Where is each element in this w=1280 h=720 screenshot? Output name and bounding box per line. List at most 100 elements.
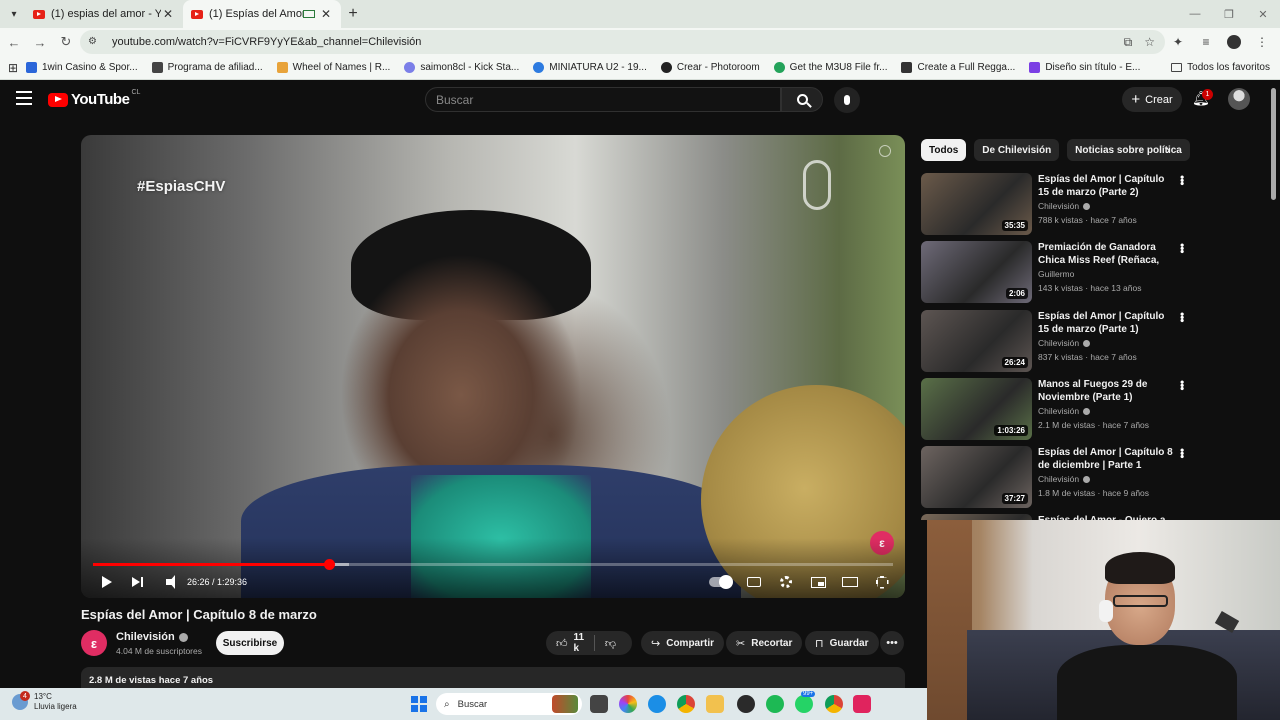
recommendation-item[interactable]: 26:24 Espías del Amor | Capítulo 15 de ma… bbox=[921, 310, 1266, 372]
search-input[interactable]: Buscar bbox=[425, 87, 781, 112]
recommendation-item[interactable]: 37:27 Espías del Amor | Capítulo 8 de dic… bbox=[921, 446, 1266, 508]
spotify-icon[interactable] bbox=[766, 695, 784, 713]
browser-tab-2[interactable]: (1) Espías del Amor | Capítulo 8 de marz… bbox=[183, 0, 341, 28]
address-bar[interactable]: ⚙ youtube.com/watch?v=FiCVRF9YyYE&ab_cha… bbox=[80, 30, 1165, 54]
progress-bar[interactable] bbox=[93, 559, 893, 570]
forward-icon[interactable]: → bbox=[28, 30, 52, 54]
hamburger-menu-icon[interactable] bbox=[16, 91, 32, 105]
clip-button[interactable]: ✂ Recortar bbox=[726, 631, 803, 655]
video-thumbnail[interactable]: 35:35 bbox=[921, 173, 1032, 235]
recommendation-item[interactable]: 2:06 Premiación de Ganadora Chica Miss Re… bbox=[921, 241, 1266, 303]
bookmark-item[interactable]: Create a Full Regga... bbox=[901, 62, 1015, 73]
all-bookmarks-folder[interactable]: Todos los favoritos bbox=[1171, 62, 1270, 73]
tab-search-chevron-icon[interactable]: ▾ bbox=[3, 3, 25, 25]
search-button[interactable] bbox=[781, 87, 823, 112]
install-app-icon[interactable]: ⧉ bbox=[1124, 35, 1133, 50]
save-button[interactable]: ⊓ Guardar bbox=[805, 631, 879, 655]
thumbs-up-icon[interactable]: 👍︎ bbox=[556, 637, 568, 650]
profile-avatar[interactable] bbox=[1227, 35, 1241, 49]
share-button[interactable]: ↪ Compartir bbox=[641, 631, 725, 655]
video-thumbnail[interactable]: 1:03:26 bbox=[921, 378, 1032, 440]
settings-button[interactable] bbox=[775, 572, 797, 592]
recommendation-title[interactable]: Espías del Amor | Capítulo 15 de marzo (… bbox=[1038, 173, 1178, 199]
recommendation-channel[interactable]: Chilevisión bbox=[1038, 201, 1091, 211]
video-thumbnail[interactable]: 37:27 bbox=[921, 446, 1032, 508]
bookmark-item[interactable]: Get the M3U8 File fr... bbox=[773, 62, 887, 73]
new-tab-button[interactable]: + bbox=[341, 5, 365, 23]
bookmark-item[interactable]: 1win Casino & Spor... bbox=[26, 62, 138, 73]
chrome-icon[interactable] bbox=[677, 695, 695, 713]
chips-next-arrow-icon[interactable]: › bbox=[1166, 143, 1170, 157]
chip-from-channel[interactable]: De Chilevisión bbox=[974, 139, 1060, 161]
bookmark-item[interactable]: Programa de afiliad... bbox=[151, 62, 263, 73]
mute-button[interactable] bbox=[159, 572, 179, 592]
recommendation-channel[interactable]: Guillermo bbox=[1038, 269, 1074, 279]
create-button[interactable]: + Crear bbox=[1122, 87, 1182, 112]
more-vertical-icon[interactable]: ••• bbox=[1175, 448, 1189, 458]
reload-icon[interactable]: ↻ bbox=[54, 30, 78, 54]
fullscreen-button[interactable] bbox=[871, 572, 893, 592]
like-count[interactable]: 11 k bbox=[574, 632, 585, 654]
back-icon[interactable]: ← bbox=[2, 30, 26, 54]
bookmark-item[interactable]: saimon8cl - Kick Sta... bbox=[404, 62, 519, 73]
more-vertical-icon[interactable]: ••• bbox=[1175, 243, 1189, 253]
tiktok-icon[interactable] bbox=[853, 695, 871, 713]
bookmark-item[interactable]: MINIATURA U2 - 19... bbox=[533, 62, 647, 73]
recommendation-title[interactable]: Premiación de Ganadora Chica Miss Reef (… bbox=[1038, 241, 1178, 268]
theater-mode-button[interactable] bbox=[839, 572, 861, 592]
bookmark-star-icon[interactable]: ☆ bbox=[1144, 35, 1155, 50]
bookmark-item[interactable]: Crear - Photoroom bbox=[660, 62, 760, 73]
video-thumbnail[interactable]: 2:06 bbox=[921, 241, 1032, 303]
more-actions-button[interactable]: ••• bbox=[880, 631, 904, 655]
windows-start-icon[interactable] bbox=[411, 696, 427, 712]
browser-tab-1[interactable]: (1) espias del amor - YouTube ✕ bbox=[25, 0, 183, 28]
channel-avatar[interactable]: ε bbox=[81, 630, 107, 656]
whatsapp-icon[interactable] bbox=[795, 695, 813, 713]
video-player[interactable]: #EspiasCHV ε 26:26 / 1:29:36 bbox=[81, 135, 905, 598]
extensions-icon[interactable]: ✦ bbox=[1166, 30, 1190, 54]
bookmark-item[interactable]: Diseño sin título - E... bbox=[1029, 62, 1140, 73]
recommendation-channel[interactable]: Chilevisión bbox=[1038, 338, 1091, 348]
edge-icon[interactable] bbox=[648, 695, 666, 713]
next-button[interactable] bbox=[127, 572, 147, 592]
copilot-icon[interactable] bbox=[619, 695, 637, 713]
play-button[interactable] bbox=[97, 572, 117, 592]
widgets-icon[interactable] bbox=[552, 695, 578, 713]
miniplayer-button[interactable] bbox=[807, 572, 829, 592]
recommendation-channel[interactable]: Chilevisión bbox=[1038, 474, 1091, 484]
task-view-icon[interactable] bbox=[590, 695, 608, 713]
browser-menu-icon[interactable]: ⋮ bbox=[1250, 30, 1274, 54]
apps-grid-icon[interactable]: ⊞ bbox=[0, 61, 26, 75]
chrome-profile-icon[interactable] bbox=[825, 695, 843, 713]
tab-close-icon[interactable]: ✕ bbox=[161, 7, 175, 21]
autoplay-toggle[interactable] bbox=[707, 572, 733, 592]
subtitles-button[interactable] bbox=[743, 572, 765, 592]
youtube-logo[interactable]: YouTube CL bbox=[48, 89, 140, 108]
scrubber-handle[interactable] bbox=[324, 559, 335, 570]
media-controls-icon[interactable]: ≡ bbox=[1194, 30, 1218, 54]
tab-close-icon[interactable]: ✕ bbox=[319, 7, 333, 21]
chip-all[interactable]: Todos bbox=[921, 139, 967, 161]
recommendation-title[interactable]: Espías del Amor | Capítulo 8 de diciembr… bbox=[1038, 446, 1178, 472]
recommendation-item[interactable]: 1:03:26 Manos al Fuegos 29 de Noviembre (… bbox=[921, 378, 1266, 440]
recommendation-channel[interactable]: Chilevisión bbox=[1038, 406, 1091, 416]
more-vertical-icon[interactable]: ••• bbox=[1175, 175, 1189, 185]
file-explorer-icon[interactable] bbox=[706, 695, 724, 713]
recommendation-title[interactable]: Manos al Fuegos 29 de Noviembre (Parte 1… bbox=[1038, 378, 1178, 404]
chip-politics-news[interactable]: Noticias sobre política bbox=[1067, 139, 1190, 161]
site-settings-icon[interactable]: ⚙ bbox=[88, 36, 102, 48]
page-scrollbar[interactable] bbox=[1271, 88, 1276, 200]
recommendation-title[interactable]: Espías del Amor | Capítulo 15 de marzo (… bbox=[1038, 310, 1178, 336]
weather-widget[interactable]: 4 13°C Lluvia ligera bbox=[12, 691, 77, 712]
bookmark-item[interactable]: Wheel of Names | R... bbox=[276, 62, 390, 73]
voice-search-button[interactable] bbox=[834, 87, 860, 113]
account-avatar[interactable] bbox=[1228, 88, 1250, 110]
channel-name[interactable]: Chilevisión bbox=[116, 631, 188, 643]
close-window-icon[interactable]: ✕ bbox=[1246, 0, 1280, 28]
minimize-icon[interactable]: — bbox=[1178, 0, 1212, 28]
maximize-icon[interactable]: ❐ bbox=[1212, 0, 1246, 28]
info-card-icon[interactable] bbox=[879, 145, 891, 157]
more-vertical-icon[interactable]: ••• bbox=[1175, 380, 1189, 390]
more-vertical-icon[interactable]: ••• bbox=[1175, 312, 1189, 322]
subscribe-button[interactable]: Suscribirse bbox=[216, 631, 284, 655]
